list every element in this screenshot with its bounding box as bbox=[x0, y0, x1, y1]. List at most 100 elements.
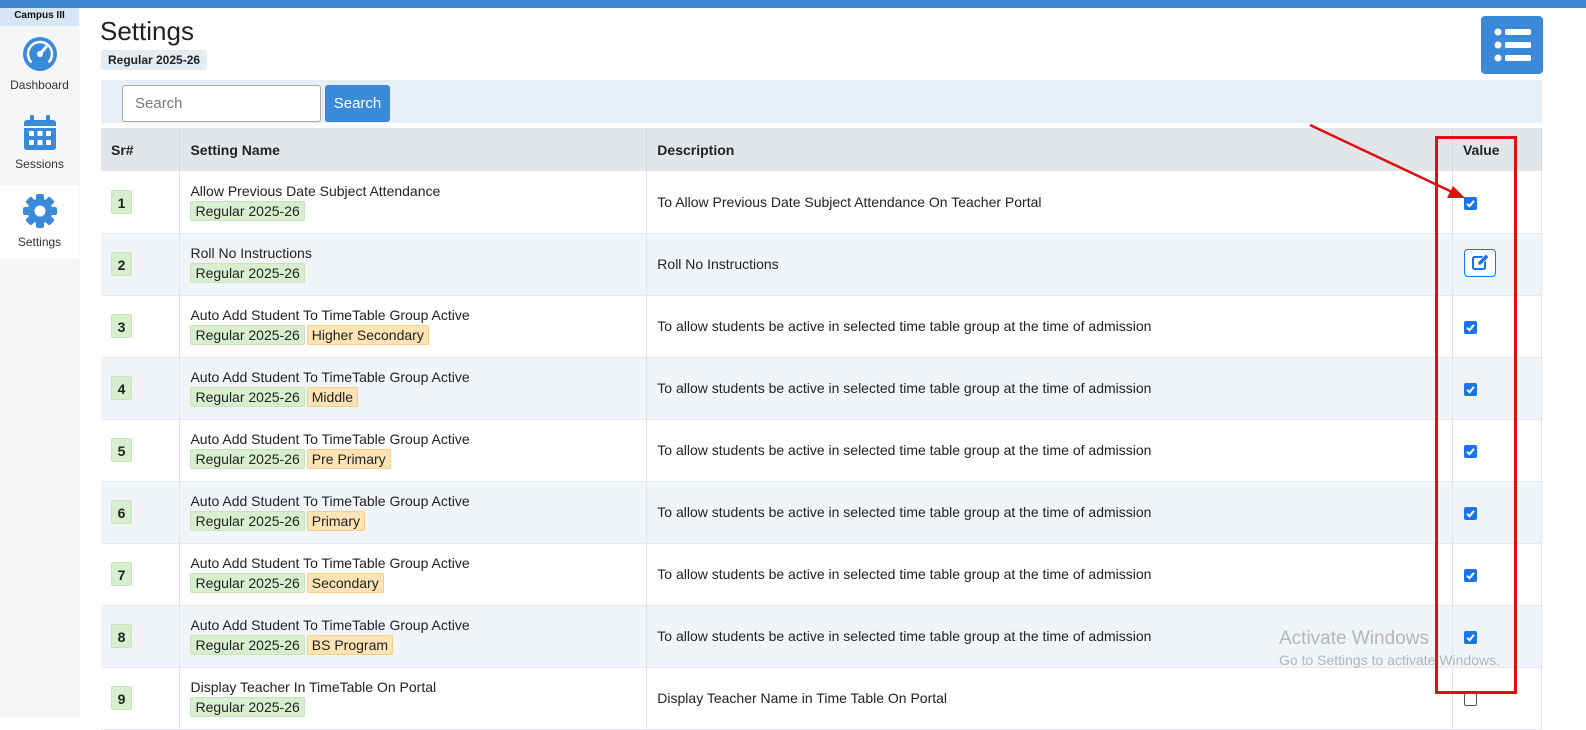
campus-label: Campus III bbox=[0, 8, 79, 26]
watermark-subtitle: Go to Settings to activate Windows. bbox=[1279, 652, 1500, 668]
session-tag: Regular 2025-26 bbox=[190, 263, 305, 283]
level-tag: Pre Primary bbox=[306, 449, 391, 469]
value-checkbox[interactable] bbox=[1463, 196, 1477, 210]
check-icon bbox=[1466, 447, 1475, 456]
search-bar: Search bbox=[101, 80, 1542, 123]
menu-button[interactable] bbox=[1481, 16, 1543, 74]
value-checkbox[interactable] bbox=[1463, 382, 1477, 396]
description-cell: Display Teacher Name in Time Table On Po… bbox=[646, 667, 1453, 730]
level-tag: Higher Secondary bbox=[306, 325, 429, 345]
search-input[interactable] bbox=[122, 85, 321, 122]
sr-badge: 3 bbox=[111, 314, 132, 338]
setting-name-cell: Allow Previous Date Subject Attendance R… bbox=[179, 171, 648, 234]
session-tag: Regular 2025-26 bbox=[190, 697, 305, 717]
session-badge: Regular 2025-26 bbox=[101, 50, 208, 70]
description-cell: To allow students be active in selected … bbox=[646, 481, 1453, 544]
sr-cell: 4 bbox=[101, 357, 181, 420]
setting-name-cell: Auto Add Student To TimeTable Group Acti… bbox=[179, 481, 648, 544]
sr-badge: 8 bbox=[111, 624, 132, 648]
sr-cell: 5 bbox=[101, 419, 181, 482]
table-row: 2 Roll No Instructions Regular 2025-26 R… bbox=[101, 233, 1543, 296]
setting-name-cell: Auto Add Student To TimeTable Group Acti… bbox=[179, 605, 648, 668]
setting-name-cell: Auto Add Student To TimeTable Group Acti… bbox=[179, 295, 648, 358]
sr-badge: 5 bbox=[111, 438, 132, 462]
session-tag: Regular 2025-26 bbox=[190, 511, 305, 531]
top-accent-bar bbox=[0, 0, 1586, 8]
sidebar-item-dashboard[interactable]: Dashboard bbox=[0, 28, 79, 102]
sr-cell: 2 bbox=[101, 233, 181, 296]
table-row: 6 Auto Add Student To TimeTable Group Ac… bbox=[101, 481, 1543, 544]
edit-icon bbox=[1471, 252, 1490, 270]
description-cell: To allow students be active in selected … bbox=[646, 543, 1453, 606]
table-header-row: Sr# Setting Name Description Value bbox=[101, 128, 1543, 171]
session-tag: Regular 2025-26 bbox=[190, 325, 305, 345]
check-icon bbox=[1466, 509, 1475, 518]
session-tag: Regular 2025-26 bbox=[190, 200, 305, 221]
sidebar-item-sessions[interactable]: Sessions bbox=[0, 107, 79, 181]
value-checkbox[interactable] bbox=[1463, 506, 1477, 520]
sidebar-item-label: Dashboard bbox=[10, 78, 69, 92]
check-icon bbox=[1466, 385, 1475, 394]
sr-badge: 6 bbox=[111, 500, 132, 524]
search-button[interactable]: Search bbox=[325, 85, 390, 122]
check-icon bbox=[1466, 199, 1475, 208]
setting-name: Auto Add Student To TimeTable Group Acti… bbox=[190, 307, 470, 323]
calendar-icon bbox=[23, 115, 56, 150]
column-header-sr: Sr# bbox=[101, 128, 181, 171]
session-tag: Regular 2025-26 bbox=[190, 635, 305, 655]
description-cell: To Allow Previous Date Subject Attendanc… bbox=[646, 171, 1453, 234]
value-cell bbox=[1452, 295, 1543, 358]
setting-name-cell: Roll No Instructions Regular 2025-26 bbox=[179, 233, 648, 296]
setting-name: Auto Add Student To TimeTable Group Acti… bbox=[190, 617, 470, 633]
sr-cell: 8 bbox=[101, 605, 181, 668]
setting-name-cell: Display Teacher In TimeTable On Portal R… bbox=[179, 667, 648, 730]
column-header-value: Value bbox=[1452, 128, 1543, 171]
value-checkbox[interactable] bbox=[1463, 568, 1477, 582]
setting-name: Auto Add Student To TimeTable Group Acti… bbox=[190, 431, 470, 447]
sr-badge: 9 bbox=[111, 686, 132, 710]
setting-name: Auto Add Student To TimeTable Group Acti… bbox=[190, 369, 470, 385]
value-cell bbox=[1452, 357, 1543, 420]
setting-name: Roll No Instructions bbox=[190, 245, 312, 261]
session-tag: Regular 2025-26 bbox=[190, 449, 305, 469]
setting-name-cell: Auto Add Student To TimeTable Group Acti… bbox=[179, 543, 648, 606]
table-row: 4 Auto Add Student To TimeTable Group Ac… bbox=[101, 357, 1543, 420]
watermark-title: Activate Windows bbox=[1279, 628, 1429, 649]
value-cell bbox=[1452, 543, 1543, 606]
description-cell: Roll No Instructions bbox=[646, 233, 1453, 296]
gear-icon bbox=[22, 194, 57, 228]
sidebar-item-label: Sessions bbox=[15, 157, 64, 171]
sr-cell: 7 bbox=[101, 543, 181, 606]
column-header-description: Description bbox=[646, 128, 1453, 171]
sidebar: Campus III Dashboard Sessions Settings bbox=[0, 8, 80, 718]
table-row: 5 Auto Add Student To TimeTable Group Ac… bbox=[101, 419, 1543, 482]
sidebar-item-settings[interactable]: Settings bbox=[0, 185, 79, 259]
list-icon bbox=[1494, 28, 1531, 62]
table-row: 9 Display Teacher In TimeTable On Portal… bbox=[101, 667, 1543, 730]
setting-name: Auto Add Student To TimeTable Group Acti… bbox=[190, 555, 470, 571]
page-title: Settings bbox=[100, 16, 194, 46]
value-cell bbox=[1452, 233, 1543, 296]
sr-badge: 7 bbox=[111, 562, 132, 586]
setting-name: Allow Previous Date Subject Attendance bbox=[190, 182, 441, 199]
description-cell: To allow students be active in selected … bbox=[646, 295, 1453, 358]
value-cell bbox=[1452, 667, 1543, 730]
windows-activation-watermark: Activate Windows Go to Settings to activ… bbox=[1279, 628, 1500, 668]
sidebar-item-label: Settings bbox=[17, 235, 62, 249]
value-checkbox[interactable] bbox=[1463, 320, 1477, 334]
setting-name: Display Teacher In TimeTable On Portal bbox=[190, 679, 437, 695]
value-checkbox[interactable] bbox=[1463, 692, 1477, 706]
session-tag: Regular 2025-26 bbox=[190, 387, 305, 407]
sr-cell: 6 bbox=[101, 481, 181, 544]
speedometer-icon bbox=[22, 37, 57, 71]
sr-cell: 3 bbox=[101, 295, 181, 358]
level-tag: BS Program bbox=[306, 635, 394, 655]
setting-name: Auto Add Student To TimeTable Group Acti… bbox=[190, 493, 470, 509]
edit-button[interactable] bbox=[1463, 248, 1496, 277]
value-checkbox[interactable] bbox=[1463, 444, 1477, 458]
value-cell bbox=[1452, 481, 1543, 544]
sr-badge: 4 bbox=[111, 376, 132, 400]
value-cell bbox=[1452, 171, 1543, 234]
sr-cell: 9 bbox=[101, 667, 181, 730]
level-tag: Primary bbox=[306, 511, 365, 531]
